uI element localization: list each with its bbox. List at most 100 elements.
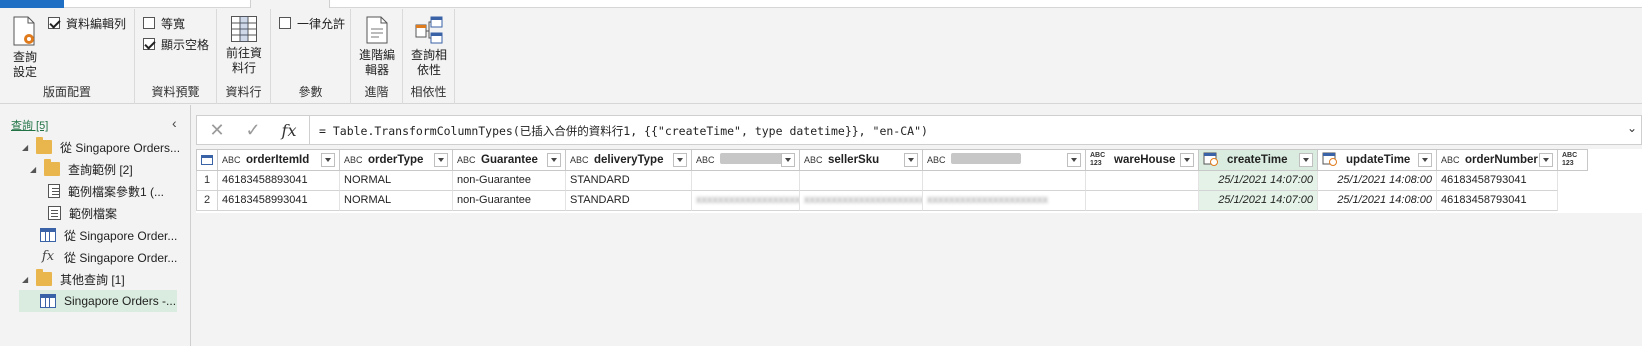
column-type-icon[interactable]: ABC 123 [1090, 152, 1110, 168]
tree-item-singapore-order-table[interactable]: 從 Singapore Order... [40, 224, 177, 246]
table-cell[interactable] [800, 171, 923, 191]
advanced-editor-button[interactable]: 進階編 輯器 [357, 15, 397, 78]
tree-item-singapore-orders-selected[interactable]: Singapore Orders -... [19, 290, 177, 312]
table-cell[interactable]: 25/1/2021 14:07:00 [1199, 191, 1318, 211]
column-header[interactable]: ABC orderNumber [1437, 149, 1558, 171]
ribbon-tab-strip [0, 0, 1642, 8]
datetime-type-icon[interactable] [1322, 152, 1342, 168]
column-type-icon[interactable]: ABC [696, 155, 716, 165]
goto-column-button[interactable]: 前往資 料行 [225, 15, 263, 76]
column-filter-dropdown-icon[interactable] [673, 153, 687, 167]
column-filter-dropdown-icon[interactable] [1180, 153, 1194, 167]
column-header[interactable]: ABC orderType [340, 149, 453, 171]
expanded-arrow-icon[interactable]: ◢ [30, 165, 40, 174]
show-whitespace-checkbox[interactable]: 顯示空格 [143, 36, 209, 52]
column-header-label [720, 153, 781, 167]
table-cell[interactable] [1086, 191, 1199, 211]
table-cell[interactable]: xxxxxxxxxxxxxxxxxxxxxx [692, 191, 800, 211]
table-cell[interactable]: 25/1/2021 14:08:00 [1318, 191, 1437, 211]
column-header[interactable]: ABC [923, 149, 1086, 171]
view-tab[interactable] [250, 0, 330, 8]
column-header[interactable]: ABC orderItemId [218, 149, 340, 171]
table-cell[interactable]: 46183458793041 [1437, 171, 1558, 191]
table-cell[interactable]: STANDARD [566, 171, 692, 191]
table-cell[interactable] [692, 171, 800, 191]
table-cell[interactable]: 46183458893041 [218, 171, 340, 191]
column-header[interactable]: ABC [692, 149, 800, 171]
column-type-icon[interactable]: ABC [927, 155, 947, 165]
always-allow-checkbox[interactable]: 一律允許 [279, 15, 345, 31]
column-filter-dropdown-icon[interactable] [434, 153, 448, 167]
table-cell[interactable]: non-Guarantee [453, 191, 566, 211]
column-header[interactable]: ABC deliveryType [566, 149, 692, 171]
column-filter-dropdown-icon[interactable] [1539, 153, 1553, 167]
column-filter-dropdown-icon[interactable] [321, 153, 335, 167]
column-header[interactable]: ABC 123 wareHouse [1086, 149, 1199, 171]
data-grid: ABC orderItemId ABC orderType ABC Guarantee AB… [196, 149, 1642, 213]
formula-bar-checkbox[interactable]: 資料編輯列 [48, 15, 126, 31]
table-menu-icon[interactable] [196, 149, 218, 171]
expand-formula-icon[interactable]: ⌄ [1627, 121, 1637, 135]
tree-item-label: 其他查詢 [1] [60, 272, 125, 287]
expanded-arrow-icon[interactable]: ◢ [22, 143, 32, 152]
queries-pane-title[interactable]: 查詢 [5] [11, 117, 48, 133]
column-header[interactable]: ABC Guarantee [453, 149, 566, 171]
datetime-type-icon[interactable] [1203, 152, 1223, 168]
formula-input[interactable]: = Table.TransformColumnTypes(已插入合併的資料行1,… [319, 123, 928, 139]
tree-item-sample-file[interactable]: 範例檔案 [48, 202, 117, 224]
table-cell[interactable]: NORMAL [340, 191, 453, 211]
file-tab[interactable] [0, 0, 64, 8]
cancel-formula-icon[interactable]: ✕ [199, 116, 235, 144]
table-cell[interactable]: NORMAL [340, 171, 453, 191]
column-type-icon[interactable]: ABC [570, 155, 590, 165]
tree-folder-other-queries[interactable]: ◢ 其他查詢 [1] [22, 268, 125, 290]
table-cell[interactable]: xxxxxxxxxxxxxxxxxxxxxx [800, 191, 923, 211]
table-cell[interactable]: 46183458793041 [1437, 191, 1558, 211]
tree-folder-sample-queries[interactable]: ◢ 查詢範例 [2] [30, 158, 133, 180]
formula-bar: ✕ ✓ fx = Table.TransformColumnTypes(已插入合… [196, 115, 1642, 145]
column-group: 前往資 料行 資料行 [217, 9, 271, 104]
monospace-label: 等寬 [161, 16, 186, 31]
query-dependencies-button[interactable]: 查詢相 依性 [409, 15, 449, 78]
monospace-checkbox[interactable]: 等寬 [143, 15, 185, 31]
collapse-pane-icon[interactable]: ‹ [172, 115, 177, 131]
column-type-icon[interactable]: ABC [222, 155, 242, 165]
column-type-icon[interactable]: ABC [1441, 155, 1461, 165]
tree-folder-singapore-orders[interactable]: ◢ 從 Singapore Orders... [22, 136, 180, 158]
column-header[interactable]: ABC 123 [1558, 149, 1588, 171]
table-cell[interactable]: non-Guarantee [453, 171, 566, 191]
column-type-icon[interactable]: ABC [457, 155, 477, 165]
redacted-header-text [951, 153, 1021, 164]
column-filter-dropdown-icon[interactable] [1067, 153, 1081, 167]
document-icon [48, 206, 61, 220]
column-filter-dropdown-icon[interactable] [781, 153, 795, 167]
column-filter-dropdown-icon[interactable] [1299, 153, 1313, 167]
commit-formula-icon[interactable]: ✓ [235, 116, 271, 144]
table-cell[interactable]: 25/1/2021 14:07:00 [1199, 171, 1318, 191]
column-header[interactable]: updateTime [1318, 149, 1437, 171]
column-filter-dropdown-icon[interactable] [904, 153, 918, 167]
table-cell[interactable]: STANDARD [566, 191, 692, 211]
column-type-icon[interactable]: ABC [804, 155, 824, 165]
table-cell[interactable]: xxxxxxxxxxxxxxxxxxxxxx [923, 191, 1086, 211]
preview-group-label: 資料預覽 [151, 85, 200, 99]
redacted-cell-text: xxxxxxxxxxxxxxxxxxxxxx [927, 194, 1048, 206]
column-type-icon[interactable]: ABC [344, 155, 364, 165]
table-cell[interactable] [923, 171, 1086, 191]
tree-item-sample-file-parameter[interactable]: 範例檔案參數1 (... [48, 180, 164, 202]
table-cell[interactable] [1086, 171, 1199, 191]
row-number[interactable]: 2 [196, 191, 218, 211]
column-header[interactable]: ABC sellerSku [800, 149, 923, 171]
query-settings-button[interactable]: 查詢 設定 [8, 15, 42, 80]
column-filter-dropdown-icon[interactable] [547, 153, 561, 167]
column-filter-dropdown-icon[interactable] [1418, 153, 1432, 167]
column-header[interactable]: createTime [1199, 149, 1318, 171]
checkbox-checked-icon [143, 38, 155, 50]
row-number[interactable]: 1 [196, 171, 218, 191]
expanded-arrow-icon[interactable]: ◢ [22, 275, 32, 284]
tree-item-singapore-order-function[interactable]: fx 從 Singapore Order... [40, 246, 177, 268]
insert-function-icon[interactable]: fx [271, 116, 307, 144]
table-cell[interactable]: 25/1/2021 14:08:00 [1318, 171, 1437, 191]
table-cell[interactable]: 46183458993041 [218, 191, 340, 211]
column-type-icon[interactable]: ABC 123 [1562, 152, 1582, 168]
